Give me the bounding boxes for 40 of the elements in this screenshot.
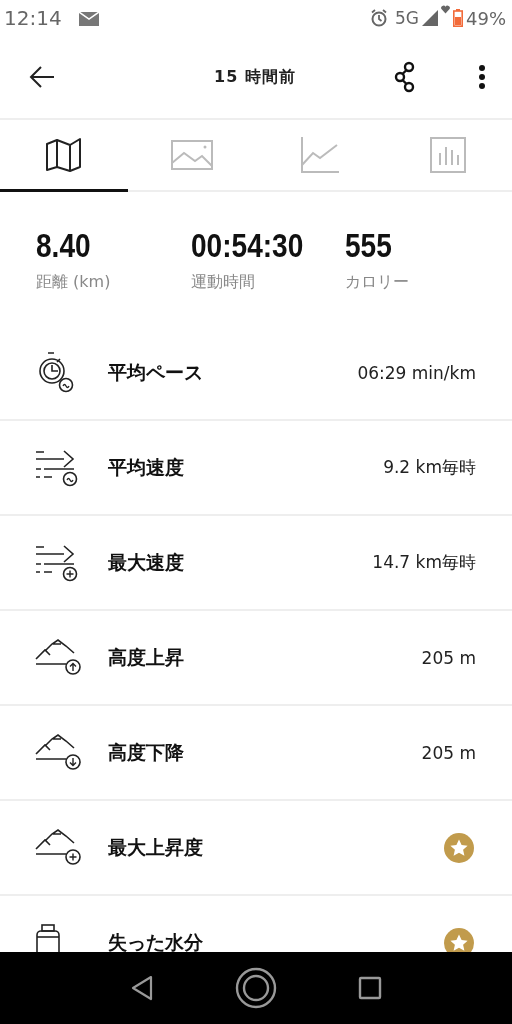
battery-icon [453,9,463,27]
metric-value: 14.7 km毎時 [372,551,476,574]
signal-icon [422,10,438,26]
speed-icon [34,447,78,488]
stat-label: 距離 (km) [36,272,112,294]
metric-value: 9.2 km毎時 [383,456,476,479]
metric-label: 失った水分 [108,929,204,952]
home-nav-button[interactable] [235,967,277,1009]
map-icon [45,136,83,173]
metric-label: 高度上昇 [108,644,185,670]
back-nav-button[interactable] [130,975,155,1001]
metric-value: 205 m [421,647,476,668]
heart-icon [441,5,450,14]
metric-value: 205 m [421,742,476,763]
status-time: 12:14 [4,6,62,30]
more-icon [478,64,486,90]
metric-label: 最大上昇度 [108,834,204,860]
metric-label: 平均速度 [108,454,185,480]
alarm-icon [370,9,388,27]
metric-value: 06:29 min/km [357,362,476,383]
metric-label: 平均ペース [108,359,204,385]
line-graph-icon [301,136,339,173]
mountain-icon [34,732,82,773]
stat-label: カロリー [345,272,409,294]
battery-percent: 49% [466,7,506,29]
stat-value: 555 [345,228,393,265]
speed-icon [34,542,78,583]
stat-label: 運動時間 [191,272,256,294]
mountain-icon [34,827,82,868]
network-type: 5G [395,8,419,28]
image-icon [171,139,213,170]
recents-nav-button[interactable] [357,976,382,1000]
metric-label: 最大速度 [108,549,185,575]
stat-value: 00:54:30 [191,228,305,265]
mountain-icon [34,637,82,678]
app-title: 15 時間前 [213,66,297,88]
mail-icon [78,12,99,26]
stat-value: 8.40 [36,228,92,265]
bar-graph-icon [430,136,466,173]
metric-label: 高度下降 [108,739,185,765]
